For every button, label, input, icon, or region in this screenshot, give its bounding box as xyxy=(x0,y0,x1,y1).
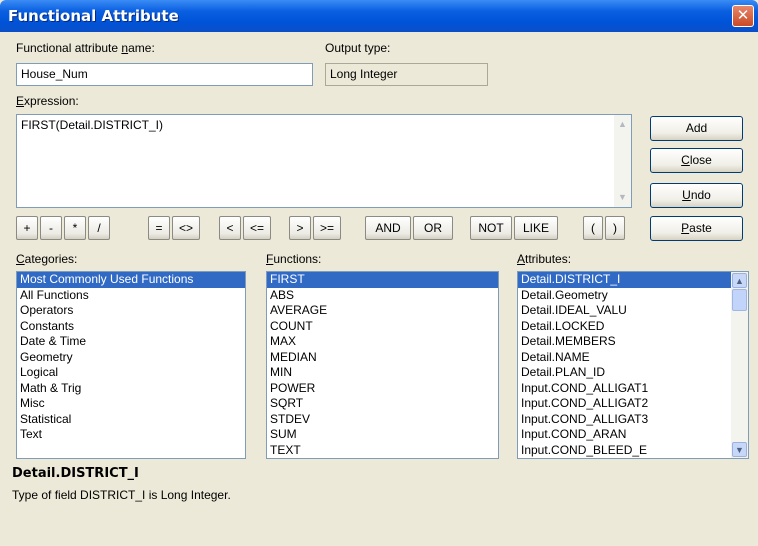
function-item[interactable]: TEXT xyxy=(267,443,498,459)
expression-label-post: xpression: xyxy=(24,94,79,108)
attribute-item[interactable]: Detail.DISTRICT_I xyxy=(518,272,748,288)
op-close-paren-button[interactable]: ) xyxy=(605,216,625,240)
category-item[interactable]: Text xyxy=(17,427,245,443)
attribute-item[interactable]: Input.COND_ARAN xyxy=(518,427,748,443)
close-icon[interactable]: ✕ xyxy=(732,5,754,27)
op-not-button[interactable]: NOT xyxy=(470,216,512,240)
chevron-down-icon[interactable]: ▼ xyxy=(732,442,747,457)
undo-button[interactable]: Undo xyxy=(650,183,743,208)
category-item[interactable]: Statistical xyxy=(17,412,245,428)
op-equals-button[interactable]: = xyxy=(148,216,170,240)
categories-list[interactable]: Most Commonly Used Functions All Function… xyxy=(16,271,246,459)
attribute-item[interactable]: Detail.NAME xyxy=(518,350,748,366)
category-item[interactable]: Logical xyxy=(17,365,245,381)
name-label-post: ame: xyxy=(128,41,155,55)
scroll-thumb[interactable] xyxy=(732,289,747,311)
category-item[interactable]: Misc xyxy=(17,396,245,412)
name-label-pre: Functional attribute xyxy=(16,41,122,55)
attributes-list[interactable]: Detail.DISTRICT_I Detail.Geometry Detail.I… xyxy=(517,271,749,459)
functions-list[interactable]: FIRST ABS AVERAGE COUNT MAX MEDIAN MIN POWER SQR… xyxy=(266,271,499,459)
op-divide-button[interactable]: / xyxy=(88,216,110,240)
attribute-item[interactable]: Detail.IDEAL_VALU xyxy=(518,303,748,319)
paste-rest: aste xyxy=(689,221,712,235)
categories-label-post: ategories: xyxy=(24,252,78,266)
function-item[interactable]: STDEV xyxy=(267,412,498,428)
function-item[interactable]: POWER xyxy=(267,381,498,397)
category-item[interactable]: Math & Trig xyxy=(17,381,245,397)
op-greater-button[interactable]: > xyxy=(289,216,311,240)
op-greater-equal-button[interactable]: >= xyxy=(313,216,341,240)
close-rest: lose xyxy=(689,153,712,167)
function-item[interactable]: MEDIAN xyxy=(267,350,498,366)
paste-accel: P xyxy=(681,221,690,235)
op-plus-button[interactable]: + xyxy=(16,216,38,240)
op-or-button[interactable]: OR xyxy=(413,216,453,240)
category-item[interactable]: Date & Time xyxy=(17,334,245,350)
expression-text: FIRST(Detail.DISTRICT_I) xyxy=(21,118,164,132)
categories-label-accel: C xyxy=(16,252,25,266)
attribute-item[interactable]: Input.COND_BLEED_E xyxy=(518,443,748,459)
chevron-up-icon[interactable]: ▲ xyxy=(732,273,747,288)
expression-label-accel: E xyxy=(16,94,25,108)
op-and-button[interactable]: AND xyxy=(365,216,411,240)
function-item[interactable]: ABS xyxy=(267,288,498,304)
category-item[interactable]: Operators xyxy=(17,303,245,319)
category-item[interactable]: Constants xyxy=(17,319,245,335)
expression-editor[interactable]: FIRST(Detail.DISTRICT_I) ▲ ▼ xyxy=(16,114,632,208)
function-item[interactable]: COUNT xyxy=(267,319,498,335)
attribute-name-field[interactable]: House_Num xyxy=(16,63,313,86)
op-not-equal-button[interactable]: <> xyxy=(172,216,200,240)
output-type-label: Output type: xyxy=(325,41,391,55)
function-item[interactable]: FIRST xyxy=(267,272,498,288)
attribute-item[interactable]: Detail.PLAN_ID xyxy=(518,365,748,381)
category-item[interactable]: Geometry xyxy=(17,350,245,366)
attributes-scrollbar[interactable]: ▲ ▼ xyxy=(731,272,748,458)
op-less-button[interactable]: < xyxy=(219,216,241,240)
output-type-field: Long Integer xyxy=(325,63,488,86)
add-button[interactable]: Add xyxy=(650,116,743,141)
category-item[interactable]: Most Commonly Used Functions xyxy=(17,272,245,288)
chevron-down-icon[interactable]: ▼ xyxy=(615,190,630,205)
function-item[interactable]: AVERAGE xyxy=(267,303,498,319)
description-text: Type of field DISTRICT_I is Long Integer… xyxy=(12,488,231,502)
name-label: Functional attribute name: xyxy=(16,41,155,55)
expression-scrollbar[interactable]: ▲ ▼ xyxy=(614,115,631,207)
expression-label: Expression: xyxy=(16,94,79,108)
function-item[interactable]: SQRT xyxy=(267,396,498,412)
categories-label: Categories: xyxy=(16,252,77,266)
category-item[interactable]: All Functions xyxy=(17,288,245,304)
op-minus-button[interactable]: - xyxy=(40,216,62,240)
window-title: Functional Attribute xyxy=(8,7,179,25)
undo-accel: U xyxy=(682,188,691,202)
attribute-item[interactable]: Input.COND_ALLIGAT1 xyxy=(518,381,748,397)
description-title: Detail.DISTRICT_I xyxy=(12,466,139,481)
paste-button[interactable]: Paste xyxy=(650,216,743,241)
functions-label-post: unctions: xyxy=(273,252,322,266)
op-like-button[interactable]: LIKE xyxy=(514,216,558,240)
close-button[interactable]: Close xyxy=(650,148,743,173)
undo-rest: ndo xyxy=(690,188,711,202)
attribute-item[interactable]: Input.COND_ALLIGAT2 xyxy=(518,396,748,412)
close-accel: C xyxy=(681,153,690,167)
attributes-label-post: ttributes: xyxy=(525,252,572,266)
title-bar: Functional Attribute ✕ xyxy=(0,0,758,32)
chevron-up-icon[interactable]: ▲ xyxy=(615,117,630,132)
op-open-paren-button[interactable]: ( xyxy=(583,216,603,240)
attributes-label: Attributes: xyxy=(517,252,571,266)
functions-label: Functions: xyxy=(266,252,321,266)
attributes-label-accel: A xyxy=(517,252,526,266)
attribute-item[interactable]: Detail.Geometry xyxy=(518,288,748,304)
attribute-item[interactable]: Detail.MEMBERS xyxy=(518,334,748,350)
op-less-equal-button[interactable]: <= xyxy=(243,216,271,240)
op-multiply-button[interactable]: * xyxy=(64,216,86,240)
function-item[interactable]: SUM xyxy=(267,427,498,443)
function-item[interactable]: MAX xyxy=(267,334,498,350)
function-item[interactable]: MIN xyxy=(267,365,498,381)
attribute-item[interactable]: Detail.LOCKED xyxy=(518,319,748,335)
attribute-item[interactable]: Input.COND_ALLIGAT3 xyxy=(518,412,748,428)
